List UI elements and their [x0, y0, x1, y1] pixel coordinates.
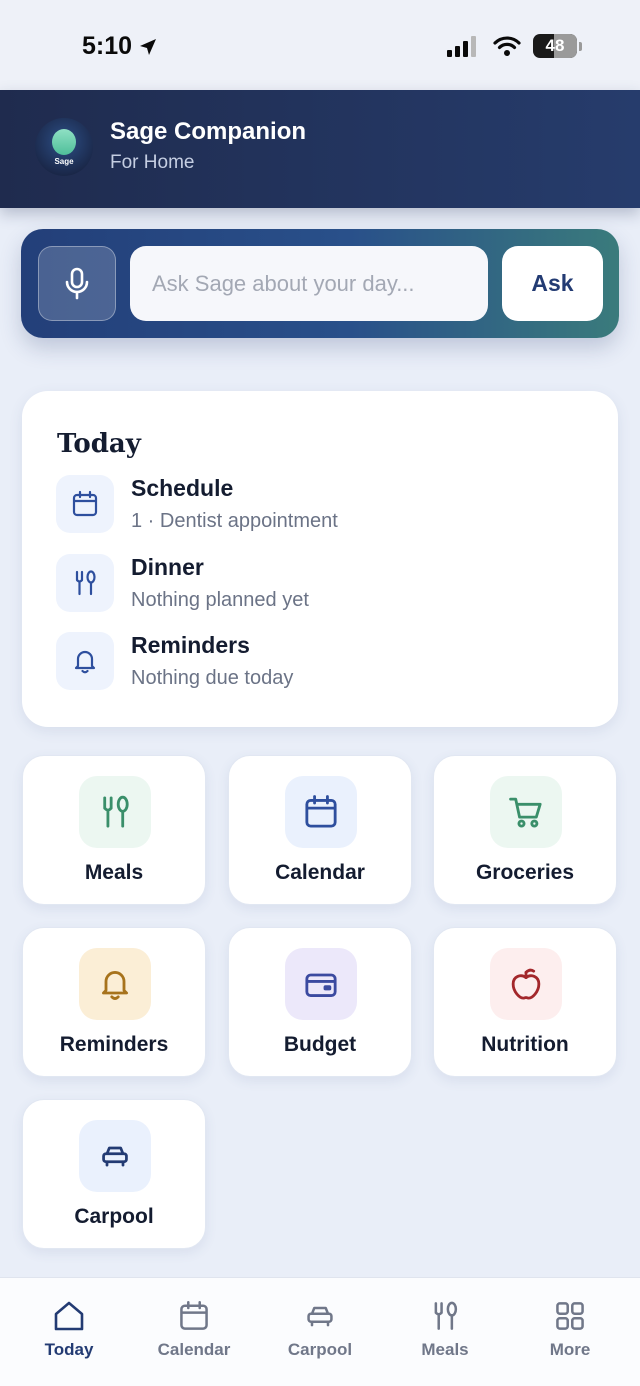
app-title: Sage Companion	[110, 118, 307, 145]
calendar-icon	[72, 490, 98, 517]
bottom-nav: Today Calendar Carpool Meals More	[0, 1277, 640, 1386]
status-time-text: 5:10	[82, 32, 133, 60]
wifi-icon	[493, 36, 521, 56]
nav-meals[interactable]: Meals	[390, 1300, 500, 1360]
utensils-icon	[434, 1301, 458, 1330]
nav-today[interactable]: Today	[14, 1300, 124, 1360]
logo-text: Sage	[54, 156, 74, 166]
tile-icon	[79, 776, 151, 848]
battery-nub	[579, 41, 582, 51]
nav-label: Carpool	[287, 1340, 353, 1359]
tile-meals[interactable]: Meals	[22, 755, 206, 905]
app-subtitle: For Home	[110, 152, 195, 173]
tile-label: Budget	[283, 1033, 357, 1056]
grid-icon	[556, 1302, 584, 1330]
ask-input[interactable]	[130, 246, 488, 321]
tile-calendar[interactable]: Calendar	[228, 755, 412, 905]
today-row-detail: Nothing due today	[131, 667, 294, 689]
tile-budget[interactable]: Budget	[228, 927, 412, 1077]
today-row-label: Dinner	[131, 554, 204, 580]
today-row-reminders[interactable]: Reminders Nothing due today	[56, 632, 596, 694]
today-row-icon	[56, 632, 114, 690]
bell-icon	[102, 971, 128, 1000]
today-row-icon	[56, 554, 114, 612]
utensils-icon	[103, 795, 129, 828]
app-header: Sage Sage Companion For Home	[0, 90, 640, 208]
app-logo: Sage	[35, 118, 93, 176]
nav-label: More	[549, 1340, 591, 1359]
today-title: Today	[57, 429, 141, 459]
tile-groceries[interactable]: Groceries	[433, 755, 617, 905]
wallet-icon	[305, 973, 337, 997]
tile-nutrition[interactable]: Nutrition	[433, 927, 617, 1077]
tile-label: Nutrition	[481, 1033, 569, 1056]
today-row-detail: Nothing planned yet	[131, 589, 309, 611]
battery-indicator: 48	[533, 34, 577, 58]
tile-icon	[285, 776, 357, 848]
today-row-label: Reminders	[131, 632, 250, 658]
tile-label: Carpool	[74, 1205, 154, 1228]
nav-label: Calendar	[157, 1340, 231, 1359]
home-icon	[54, 1301, 84, 1331]
ask-button[interactable]: Ask	[502, 246, 603, 321]
cart-icon	[509, 797, 542, 828]
tile-label: Reminders	[59, 1033, 169, 1056]
mic-button[interactable]	[38, 246, 116, 321]
location-arrow-icon	[140, 38, 157, 55]
microphone-icon	[65, 267, 89, 299]
status-time: 5:10	[82, 32, 158, 61]
nav-calendar[interactable]: Calendar	[139, 1300, 249, 1360]
car-icon	[307, 1306, 333, 1327]
signal-icon	[447, 36, 476, 57]
tile-icon	[285, 948, 357, 1020]
tile-reminders[interactable]: Reminders	[22, 927, 206, 1077]
tile-icon	[79, 948, 151, 1020]
utensils-icon	[75, 570, 96, 596]
calendar-icon	[305, 795, 337, 828]
battery-level: 48	[545, 36, 565, 55]
today-row-schedule[interactable]: Schedule 1 · Dentist appointment	[56, 475, 596, 537]
bell-icon	[74, 650, 96, 674]
today-row-detail: 1 · Dentist appointment	[131, 510, 338, 532]
tile-label: Calendar	[275, 861, 365, 884]
tile-icon	[490, 776, 562, 848]
today-card: Today Schedule 1 · Dentist appointment D…	[22, 391, 618, 727]
nav-more[interactable]: More	[515, 1300, 625, 1360]
today-row-label: Schedule	[131, 475, 234, 501]
status-icons: 48	[447, 34, 582, 58]
nav-label: Meals	[421, 1340, 469, 1359]
tile-icon	[490, 948, 562, 1020]
status-bar: 5:10 48	[0, 0, 640, 90]
car-icon	[102, 1146, 128, 1167]
calendar-icon	[180, 1301, 208, 1330]
tile-label: Meals	[84, 861, 144, 884]
ask-bar: Ask	[21, 229, 619, 338]
nav-carpool[interactable]: Carpool	[265, 1300, 375, 1360]
apple-icon	[511, 968, 541, 1000]
today-row-icon	[56, 475, 114, 533]
tile-carpool[interactable]: Carpool	[22, 1099, 206, 1249]
nav-label: Today	[44, 1340, 94, 1359]
leaf-icon	[52, 128, 76, 155]
tile-icon	[79, 1120, 151, 1192]
tile-label: Groceries	[475, 861, 575, 884]
today-row-dinner[interactable]: Dinner Nothing planned yet	[56, 554, 596, 616]
